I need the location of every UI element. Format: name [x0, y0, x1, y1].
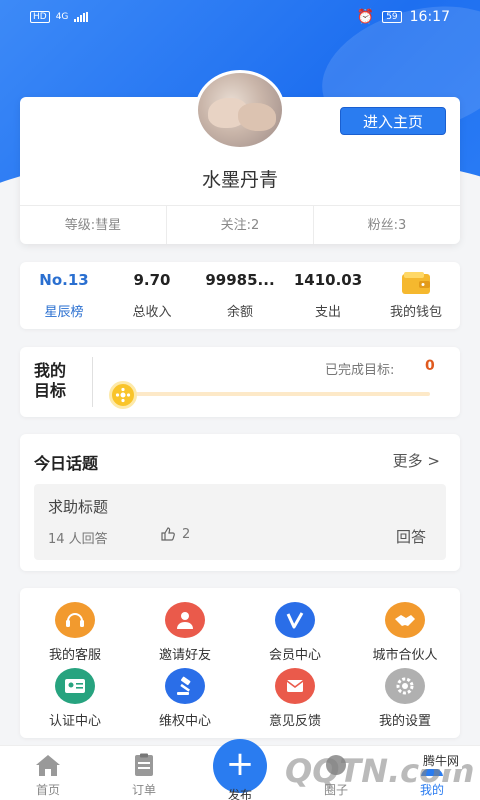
divider	[92, 357, 93, 407]
gavel-icon	[165, 668, 205, 704]
today-topic-card: 今日话题 更多 > 求助标题 14 人回答 2 回答	[20, 434, 460, 571]
enter-home-button[interactable]: 进入主页	[340, 107, 446, 135]
thumbs-up-icon	[161, 527, 175, 541]
my-wallet-label: 我的钱包	[389, 305, 442, 320]
signal-icon	[74, 12, 89, 22]
goal-progress-knob[interactable]	[109, 381, 137, 409]
balance-value: 99985...	[205, 271, 275, 289]
menu-item-0[interactable]: 我的客服	[20, 602, 130, 663]
balance-cell[interactable]: 99985... 余额	[196, 262, 284, 329]
mail-icon	[275, 668, 315, 704]
menu-item-7[interactable]: 我的设置	[350, 668, 460, 729]
expense-value: 1410.03	[293, 271, 363, 289]
headset-icon	[55, 602, 95, 638]
answer-button[interactable]: 回答	[396, 526, 426, 547]
star-icon	[115, 387, 131, 403]
status-bar: HD 4G ⏰ 59 16:17	[0, 0, 480, 34]
goal-card: 我的目标 已完成目标: 0	[20, 347, 460, 417]
my-wallet-button[interactable]: 我的钱包	[372, 262, 460, 329]
topic-more-link[interactable]: 更多 >	[393, 450, 440, 471]
menu-item-label: 会员中心	[268, 648, 321, 663]
invite-friend-icon	[165, 602, 205, 638]
expense-label: 支出	[314, 305, 341, 320]
publish-label: 发布	[227, 788, 252, 800]
goal-completed-label: 已完成目标:	[325, 363, 395, 378]
menu-item-3[interactable]: 城市合伙人	[350, 602, 460, 663]
rank-label: 星辰榜	[44, 305, 84, 320]
menu-item-4[interactable]: 认证中心	[20, 668, 130, 729]
menu-item-label: 认证中心	[48, 714, 101, 729]
menu-item-6[interactable]: 意见反馈	[240, 668, 350, 729]
network-type: HD	[30, 11, 50, 23]
balance-label: 余额	[226, 305, 253, 320]
menu-item-label: 我的客服	[48, 648, 101, 663]
service-menu: 我的客服 邀请好友 会员中心 城市合伙人认证中心 维权中心 意见反馈 我的设置	[20, 588, 460, 738]
handshake-icon	[385, 602, 425, 638]
goal-completed-count: 0	[425, 358, 435, 374]
clipboard-icon	[135, 753, 153, 776]
menu-item-5[interactable]: 维权中心	[130, 668, 240, 729]
alarm-icon: ⏰	[356, 9, 375, 25]
fans-count[interactable]: 粉丝:3	[313, 206, 460, 244]
menu-item-label: 维权中心	[158, 714, 211, 729]
tab-home[interactable]: 首页	[0, 746, 96, 800]
rank-cell[interactable]: No.13 星辰榜	[20, 262, 108, 329]
wallet-summary: No.13 星辰榜 9.70 总收入 99985... 余额 1410.03 支…	[20, 262, 460, 329]
menu-item-label: 我的设置	[378, 714, 431, 729]
tab-home-label: 首页	[35, 783, 60, 797]
service-menu-grid: 我的客服 邀请好友 会员中心 城市合伙人认证中心 维权中心 意见反馈 我的设置	[20, 602, 460, 729]
signal-type: 4G	[55, 12, 69, 22]
wallet-icon	[402, 272, 430, 294]
income-value: 9.70	[133, 271, 171, 289]
expense-cell[interactable]: 1410.03 支出	[284, 262, 372, 329]
topic-item[interactable]: 求助标题 14 人回答 2 回答	[34, 484, 446, 560]
vip-icon	[275, 602, 315, 638]
profile-stats: 等级:彗星 关注:2 粉丝:3	[20, 205, 460, 244]
topic-answer-count: 14 人回答	[48, 532, 108, 547]
income-label: 总收入	[132, 305, 172, 320]
avatar[interactable]	[195, 70, 285, 150]
user-level[interactable]: 等级:彗星	[20, 206, 166, 244]
goal-title: 我的目标	[34, 361, 67, 400]
goal-progress-track	[120, 392, 430, 396]
rank-value: No.13	[39, 271, 89, 289]
menu-item-label: 城市合伙人	[372, 648, 438, 663]
gear-icon	[385, 668, 425, 704]
topic-like[interactable]: 2	[160, 526, 190, 542]
user-nickname: 水墨丹青	[201, 169, 278, 191]
menu-item-1[interactable]: 邀请好友	[130, 602, 240, 663]
income-cell[interactable]: 9.70 总收入	[108, 262, 196, 329]
tab-orders-label: 订单	[131, 783, 156, 797]
topic-header: 今日话题	[34, 454, 99, 473]
tab-orders[interactable]: 订单	[96, 746, 192, 800]
battery-indicator: 59	[382, 11, 402, 23]
publish-button[interactable]: +	[213, 739, 267, 793]
menu-item-label: 意见反馈	[268, 714, 321, 729]
topic-like-count: 2	[182, 526, 191, 542]
id-card-icon	[55, 668, 95, 704]
plus-icon: +	[225, 744, 255, 784]
following-count[interactable]: 关注:2	[166, 206, 313, 244]
menu-item-2[interactable]: 会员中心	[240, 602, 350, 663]
watermark-site: 腾牛网	[420, 752, 463, 769]
menu-item-label: 邀请好友	[158, 648, 211, 663]
clock: 16:17	[409, 9, 450, 25]
home-icon	[36, 755, 60, 776]
topic-question: 求助标题	[48, 498, 109, 516]
